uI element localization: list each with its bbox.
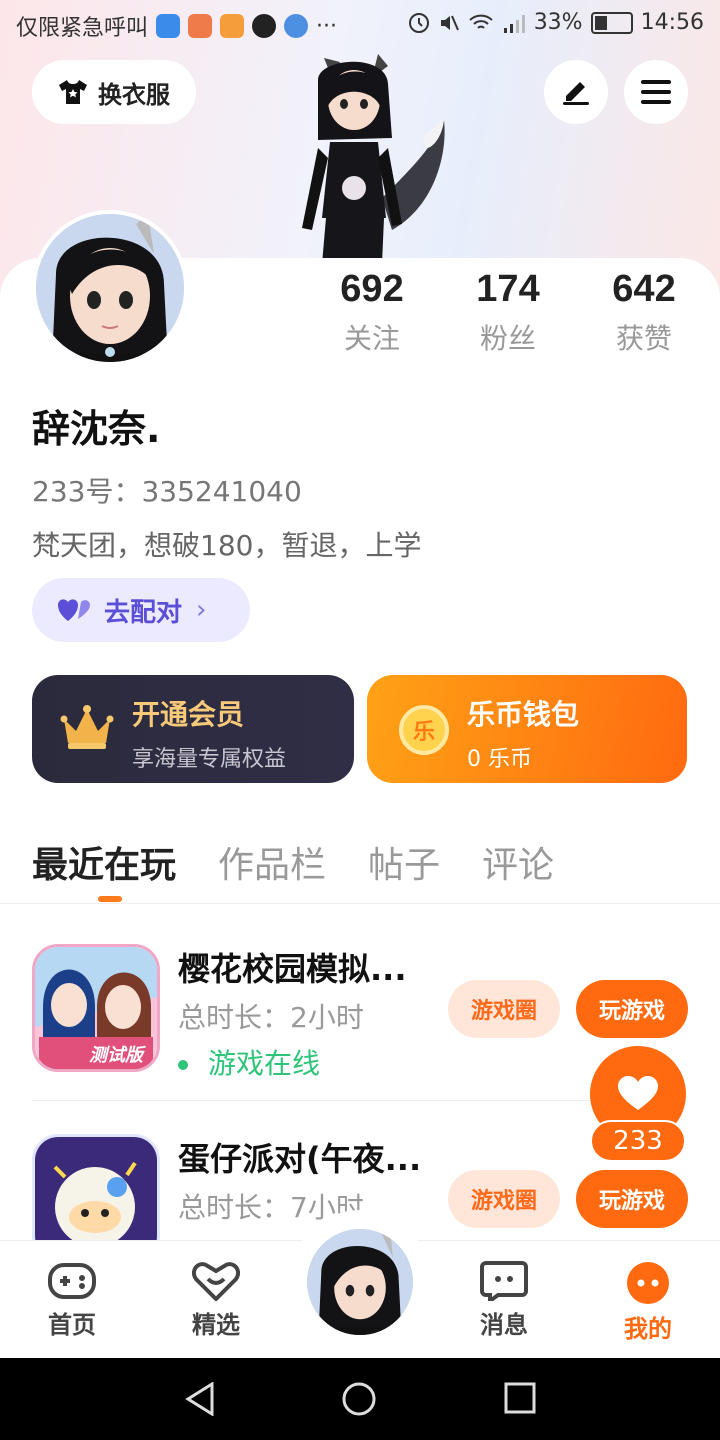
gamepad-icon: [48, 1263, 96, 1299]
nav-featured[interactable]: 精选: [166, 1261, 266, 1340]
online-dot-icon: [178, 1060, 188, 1070]
username: 辞沈奈.: [32, 407, 161, 451]
match-label: 去配对: [104, 597, 183, 628]
stat-followers[interactable]: 174 粉丝: [448, 268, 568, 357]
game-name: 樱花校园模拟...: [178, 950, 407, 988]
double-heart-icon: [58, 599, 90, 621]
alarm-icon: [408, 12, 429, 33]
video-app-icon: [220, 14, 245, 38]
clock-time: 14:56: [640, 10, 704, 35]
tab-posts[interactable]: 帖子: [368, 836, 440, 888]
home-icon[interactable]: [342, 1382, 376, 1416]
coin-icon: 乐: [399, 705, 449, 755]
tiktok-icon: [252, 14, 277, 38]
mute-icon: [440, 15, 459, 30]
notification-app-icon: [188, 14, 213, 38]
profile-tabs: 最近在玩 作品栏 帖子 评论: [32, 836, 554, 888]
status-bar: 仅限紧急呼叫 ··· 33% 14:56: [0, 0, 720, 50]
game-name: 蛋仔派对(午夜...: [178, 1140, 422, 1178]
wallet-balance: 0 乐币: [467, 747, 532, 772]
signal-icon: [503, 14, 525, 33]
likes-count: 642: [612, 268, 676, 310]
user-id: 233号：335241040: [32, 475, 302, 508]
tab-comments[interactable]: 评论: [482, 836, 554, 888]
list-item[interactable]: 测试版 樱花校园模拟... 总时长：2小时 游戏在线 游戏圈 玩游戏: [32, 944, 688, 1080]
center-avatar-button[interactable]: [304, 1226, 416, 1338]
followers-count: 174: [476, 268, 540, 310]
nav-messages-label: 消息: [480, 1311, 528, 1339]
crown-icon: [60, 705, 114, 749]
battery-percent: 33%: [533, 10, 583, 35]
recents-icon[interactable]: [504, 1382, 536, 1414]
test-version-badge: 测试版: [89, 1045, 143, 1066]
coin-wallet-card[interactable]: 乐 乐币钱包 0 乐币: [367, 675, 687, 783]
nav-messages[interactable]: 消息: [454, 1261, 554, 1340]
center-avatar-image: [307, 1229, 413, 1335]
tshirt-icon: [59, 80, 87, 104]
carrier-text: 仅限紧急呼叫: [16, 16, 149, 41]
edit-profile-button[interactable]: [544, 60, 608, 124]
like-count-badge: 233: [590, 1120, 686, 1162]
nav-home[interactable]: 首页: [22, 1261, 122, 1340]
tabs-divider: [0, 903, 720, 904]
menu-button[interactable]: [624, 60, 688, 124]
vip-title: 开通会员: [132, 698, 245, 731]
followers-label: 粉丝: [479, 322, 536, 355]
heart-chat-icon: [192, 1262, 240, 1301]
nav-featured-label: 精选: [192, 1311, 240, 1339]
nav-me-label: 我的: [624, 1315, 672, 1343]
character-figure[interactable]: [262, 48, 452, 264]
vip-membership-card[interactable]: 开通会员 享海量专属权益: [32, 675, 354, 783]
change-costume-label: 换衣服: [98, 80, 170, 109]
chevron-right-icon: ›: [196, 595, 207, 625]
back-icon[interactable]: [184, 1382, 216, 1416]
more-notifications-icon: ···: [316, 13, 337, 39]
stat-likes[interactable]: 642 获赞: [584, 268, 704, 357]
wallet-title: 乐币钱包: [467, 698, 580, 731]
likes-label: 获赞: [615, 322, 672, 355]
game-circle-button[interactable]: 游戏圈: [448, 980, 560, 1038]
wifi-icon: [469, 14, 493, 29]
shield-app-icon: [156, 14, 181, 38]
system-navigation-bar: [0, 1358, 720, 1440]
heart-icon: [618, 1076, 658, 1110]
game-playtime: 总时长：2小时: [178, 1001, 364, 1034]
browser-app-icon: [284, 14, 309, 38]
profile-face-icon: [627, 1262, 669, 1304]
avatar-image: [36, 214, 184, 362]
nav-me[interactable]: 我的: [598, 1261, 698, 1344]
game-icon-sakura: 测试版: [32, 944, 160, 1072]
tab-recently-played[interactable]: 最近在玩: [32, 836, 176, 888]
stat-following[interactable]: 692 关注: [312, 268, 432, 357]
vip-subtitle: 享海量专属权益: [132, 747, 287, 772]
following-count: 692: [340, 268, 404, 310]
play-game-button[interactable]: 玩游戏: [576, 1170, 688, 1228]
tab-works[interactable]: 作品栏: [218, 836, 326, 888]
nav-home-label: 首页: [48, 1311, 96, 1339]
play-game-button[interactable]: 玩游戏: [576, 980, 688, 1038]
hamburger-menu-icon: [641, 80, 671, 104]
game-circle-button[interactable]: 游戏圈: [448, 1170, 560, 1228]
avatar[interactable]: [32, 210, 188, 366]
pen-icon: [563, 82, 589, 105]
message-icon: [480, 1261, 528, 1301]
following-label: 关注: [343, 322, 400, 355]
game-online-status: 游戏在线: [178, 1042, 320, 1082]
active-tab-indicator: [98, 896, 122, 902]
battery-icon: [590, 11, 633, 34]
change-costume-button[interactable]: 换衣服: [32, 60, 196, 124]
user-bio: 梵天团，想破180，暂退，上学: [32, 529, 422, 562]
match-button[interactable]: 去配对 ›: [32, 578, 250, 642]
